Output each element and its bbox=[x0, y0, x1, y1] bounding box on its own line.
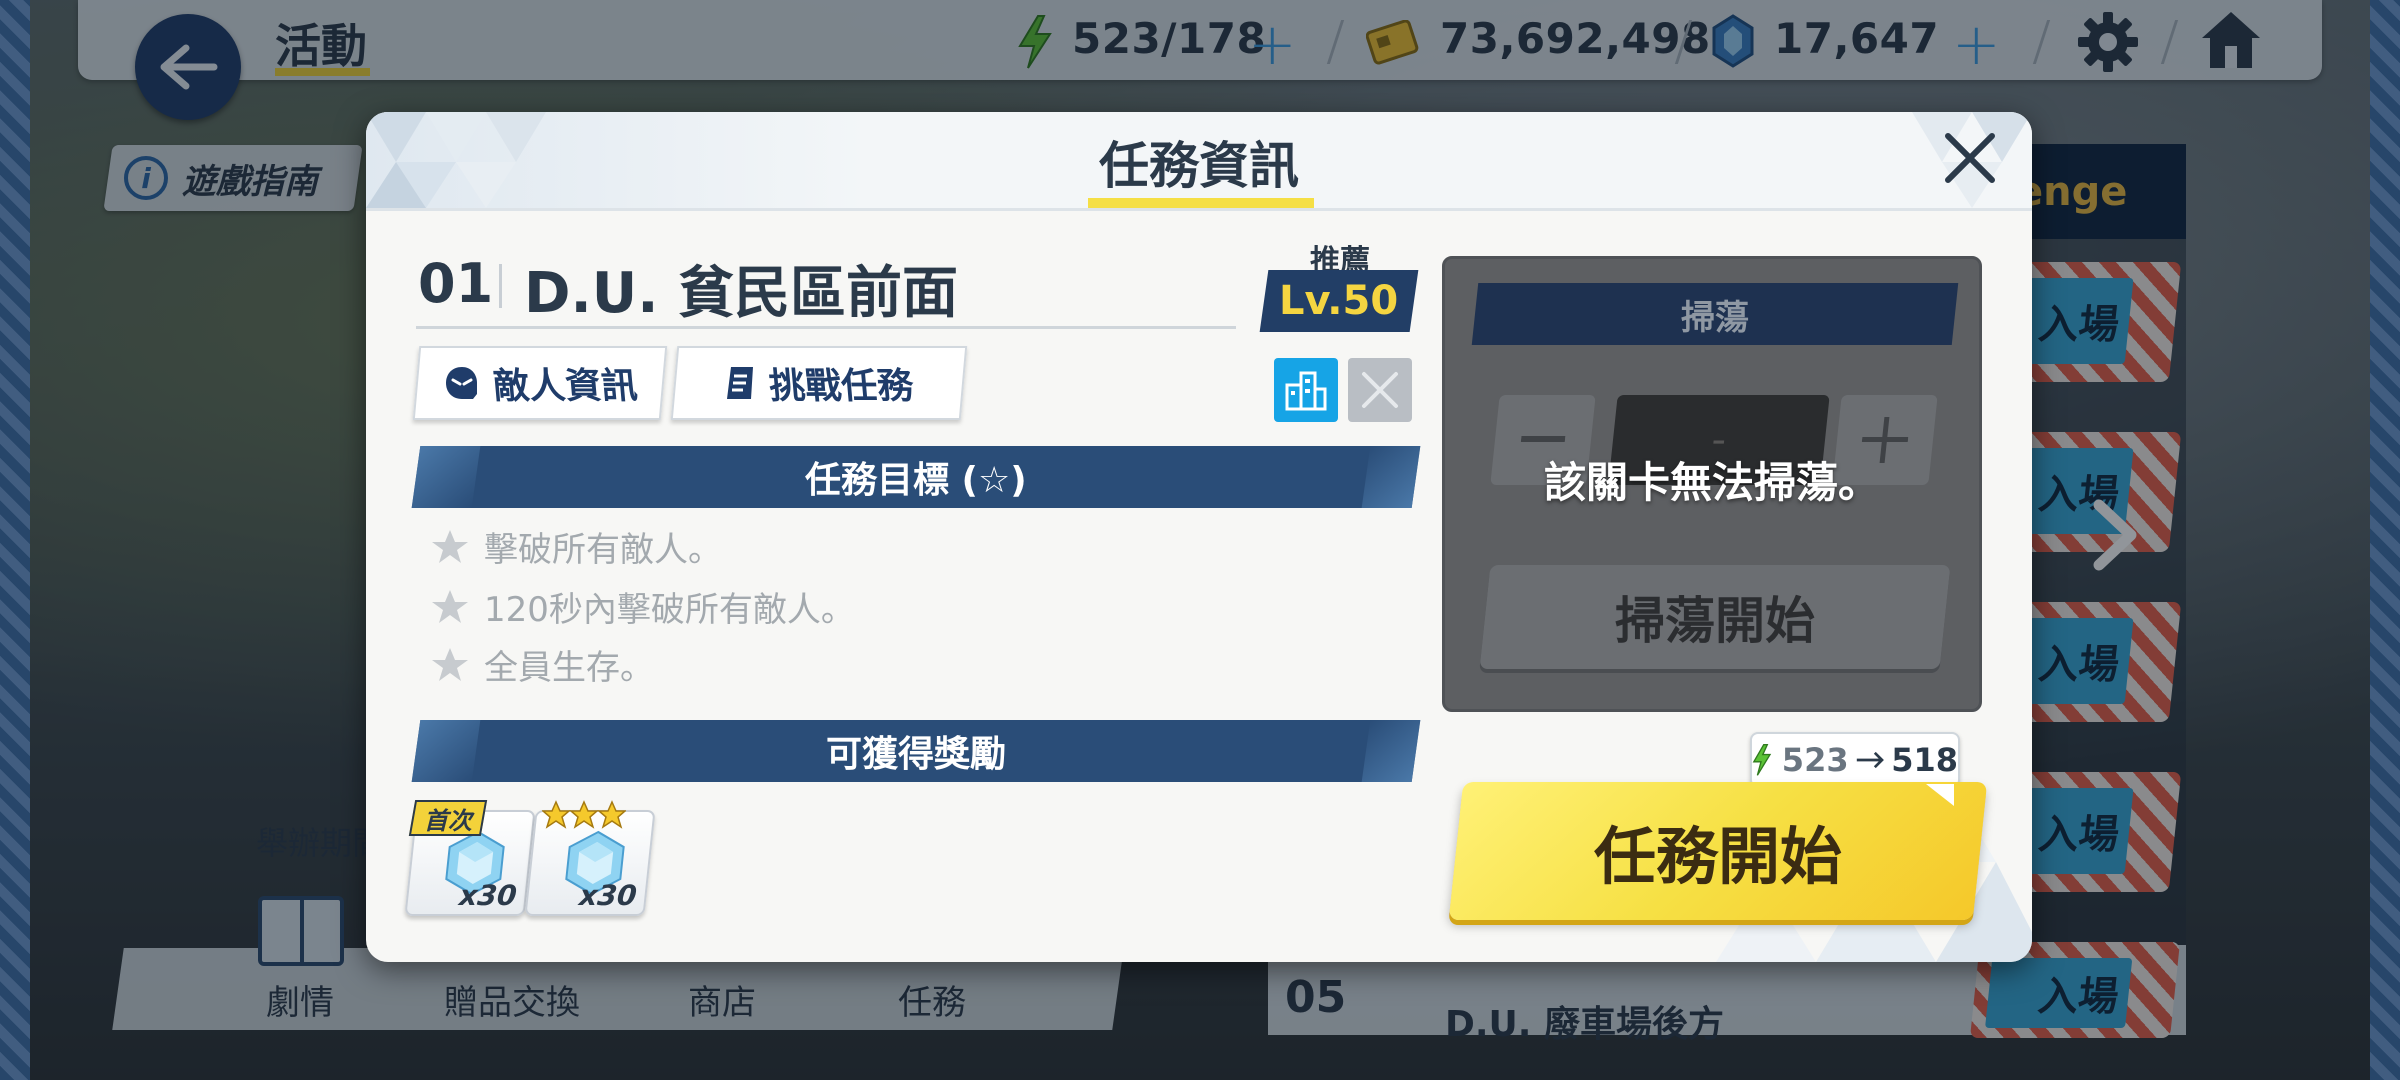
minus-icon bbox=[1520, 436, 1566, 442]
stage-number: 01 bbox=[418, 252, 494, 315]
objectives-header-label: 任務目標 (☆) bbox=[805, 460, 1027, 501]
rewards-header-label: 可獲得獎勵 bbox=[825, 734, 1006, 775]
rewards-header: 可獲得獎勵 bbox=[411, 720, 1421, 782]
sweep-header-label: 掃蕩 bbox=[1681, 297, 1749, 338]
objective-item: 全員生存。 bbox=[430, 640, 654, 689]
ap-cost-from: 523 bbox=[1781, 741, 1849, 779]
stage-underline bbox=[416, 326, 1236, 329]
enemy-info-label: 敵人資訊 bbox=[491, 366, 640, 407]
challenge-mission-button[interactable]: 挑戰任務 bbox=[670, 346, 968, 420]
sweep-header: 掃蕩 bbox=[1471, 283, 1959, 345]
stage-divider bbox=[499, 264, 502, 308]
header-divider bbox=[366, 208, 2032, 211]
enemy-info-button[interactable]: 敵人資訊 bbox=[412, 346, 668, 420]
sweep-start-label: 掃蕩開始 bbox=[1615, 592, 1815, 650]
sweep-unavailable-message: 該關卡無法掃蕩。 bbox=[1543, 458, 1880, 507]
objective-text: 擊破所有敵人。 bbox=[484, 530, 722, 570]
objectives-header: 任務目標 (☆) bbox=[411, 446, 1421, 508]
disabled-slot-button[interactable] bbox=[1348, 358, 1412, 422]
ap-lightning-icon bbox=[1752, 744, 1772, 776]
objective-text: 120秒內擊破所有敵人。 bbox=[484, 590, 855, 630]
bubble-tail bbox=[1926, 784, 1954, 806]
close-icon[interactable] bbox=[1940, 128, 2000, 188]
objective-text: 全員生存。 bbox=[484, 648, 654, 688]
sweep-start-button[interactable]: 掃蕩開始 bbox=[1479, 565, 1951, 669]
ap-cost-bubble: 523 518 bbox=[1750, 732, 1960, 788]
modal-title: 任務資訊 bbox=[1099, 137, 1299, 195]
x-icon bbox=[1362, 372, 1398, 408]
building-icon bbox=[1285, 371, 1327, 411]
star-icon bbox=[432, 647, 468, 681]
mission-info-modal: 任務資訊 01 D.U. 貧民區前面 推薦 Lv.50 敵人資訊 挑戰任務 任務… bbox=[366, 112, 2032, 962]
recommended-level-badge: Lv.50 bbox=[1259, 270, 1419, 332]
reward-quantity: x30 bbox=[457, 879, 519, 912]
sweep-panel: 掃蕩 - 該關卡無法掃蕩。 掃蕩開始 bbox=[1442, 256, 1982, 712]
arrow-right-icon bbox=[1856, 751, 1884, 769]
star-icon bbox=[432, 589, 468, 623]
first-clear-label: 首次 bbox=[424, 806, 472, 835]
star-icon bbox=[432, 529, 468, 563]
mission-start-button[interactable]: 任務開始 bbox=[1448, 782, 1988, 920]
objective-item: 擊破所有敵人。 bbox=[430, 522, 722, 571]
first-clear-tag: 首次 bbox=[408, 800, 488, 836]
challenge-mission-label: 挑戰任務 bbox=[767, 366, 916, 407]
objective-item: 120秒內擊破所有敵人。 bbox=[430, 582, 855, 631]
modal-title-underline bbox=[1088, 198, 1314, 208]
enemy-icon bbox=[445, 367, 477, 399]
reward-quantity: x30 bbox=[577, 879, 639, 912]
stage-name: D.U. 貧民區前面 bbox=[524, 261, 958, 326]
terrain-urban-button[interactable] bbox=[1274, 358, 1338, 422]
ap-cost-to: 518 bbox=[1891, 741, 1958, 779]
three-star-icon bbox=[542, 800, 626, 829]
document-icon bbox=[726, 367, 753, 399]
recommended-level: Lv.50 bbox=[1279, 278, 1399, 324]
mission-start-label: 任務開始 bbox=[1593, 820, 1842, 893]
